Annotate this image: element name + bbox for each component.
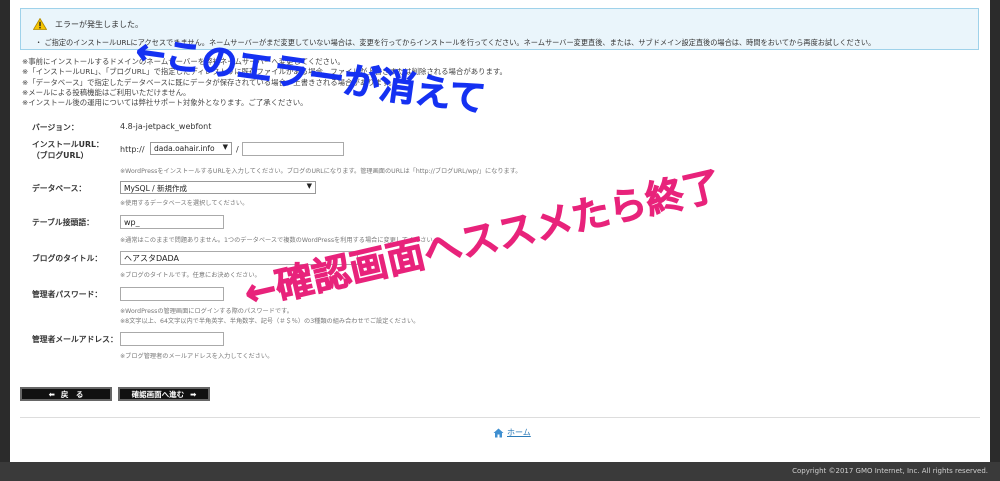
warning-icon (33, 18, 47, 30)
install-path-input[interactable] (242, 142, 344, 156)
table-prefix-input[interactable] (120, 215, 224, 229)
home-icon (493, 428, 504, 437)
copyright: Copyright ©2017 GMO Internet, Inc. All r… (792, 467, 988, 475)
domain-select-value: dada.oahair.info (154, 144, 215, 153)
divider (20, 417, 980, 418)
back-button[interactable]: ⬅ 戻 る (20, 387, 112, 401)
error-title: エラーが発生しました。 (55, 20, 143, 29)
note-item: ※メールによる投稿機能はご利用いただけません。 (22, 87, 191, 97)
database-select[interactable]: MySQL / 新規作成 ▼ (120, 181, 316, 194)
admin-password-input[interactable] (120, 287, 224, 301)
install-url-label: インストールURL： (32, 140, 104, 149)
database-hint: ※使用するデータベースを選択してください。 (120, 200, 249, 207)
admin-email-input[interactable] (120, 332, 224, 346)
home-link-label: ホーム (507, 428, 531, 437)
install-url-hint: ※WordPressをインストールするURLを入力してください。ブログのURLに… (120, 168, 522, 175)
database-label: データベース： (32, 184, 87, 193)
install-url-slash: / (236, 145, 239, 154)
admin-password-label: 管理者パスワード： (32, 290, 103, 299)
admin-email-label: 管理者メールアドレス： (32, 335, 118, 344)
arrow-left-icon: ⬅ (48, 389, 55, 399)
note-item: ※インストール後の運用については弊社サポート対象外となります。ご了承ください。 (22, 98, 308, 108)
database-select-value: MySQL / 新規作成 (124, 184, 188, 193)
install-url-prefix: http:// (120, 145, 145, 154)
confirm-button[interactable]: 確認画面へ進む ➡ (118, 387, 210, 401)
admin-password-hint: ※8文字以上、64文字以内で半角英字、半角数字、記号（＃＄％）の3種類の組み合わ… (120, 318, 420, 325)
blog-title-label: ブログのタイトル： (32, 254, 103, 263)
arrow-right-icon: ➡ (190, 389, 197, 399)
domain-select[interactable]: dada.oahair.info ▼ (150, 142, 232, 155)
confirm-button-label: 確認画面へ進む (131, 389, 185, 399)
chevron-down-icon: ▼ (306, 182, 312, 190)
footer: Copyright ©2017 GMO Internet, Inc. All r… (0, 462, 1000, 481)
version-label: バージョン： (32, 123, 79, 132)
version-value: 4.8-ja-jetpack_webfont (120, 122, 212, 131)
chevron-down-icon: ▼ (222, 143, 228, 151)
page-frame: エラーが発生しました。 ・ ご指定のインストールURLにアクセスできません。ネー… (10, 0, 990, 462)
note-item: ※「データベース」で指定したデータベースに既にデータが保存されている場合、上書き… (22, 77, 397, 87)
home-link[interactable]: ホーム (493, 427, 531, 438)
admin-email-hint: ※ブログ管理者のメールアドレスを入力してください。 (120, 353, 274, 360)
back-button-label: 戻 る (60, 389, 84, 399)
blog-url-label: （ブログURL） (32, 151, 89, 160)
table-prefix-label: テーブル接頭語： (32, 218, 94, 227)
